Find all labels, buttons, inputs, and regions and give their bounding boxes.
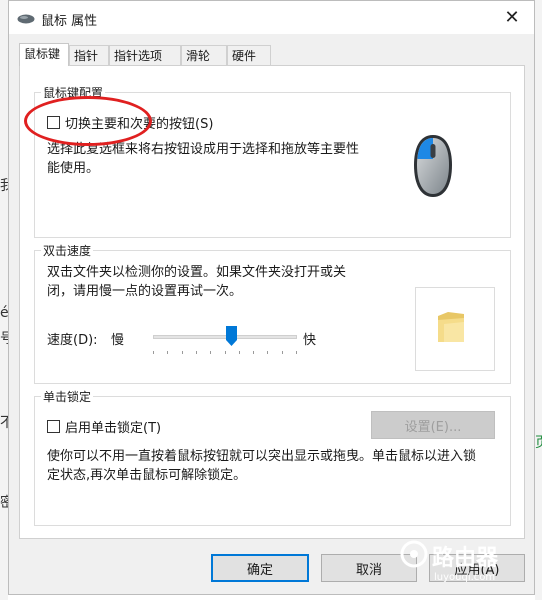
speed-label: 速度(D): — [47, 333, 98, 348]
ok-button[interactable]: 确定 — [211, 554, 309, 582]
switch-buttons-checkbox[interactable]: 切换主要和次要的按钮(S) — [47, 113, 213, 132]
double-click-legend: 双击速度 — [41, 242, 94, 259]
click-lock-group: 单击锁定 启用单击锁定(T) 设置(E)... 使你可以不用一直按着鼠标按钮就可… — [34, 388, 511, 526]
mouse-illustration-icon — [411, 133, 455, 203]
window-title: 鼠标 属性 — [41, 14, 98, 29]
close-button[interactable]: ✕ — [490, 1, 534, 34]
slider-track[interactable] — [153, 335, 297, 339]
slider-tick — [210, 351, 211, 354]
click-lock-description: 使你可以不用一直按着鼠标按钮就可以突出显示或拖曳。单击鼠标以进入锁 定状态,再次… — [47, 449, 477, 483]
background-window-strip-right — [535, 0, 542, 600]
switch-buttons-label: 切换主要和次要的按钮(S) — [65, 117, 214, 132]
slider-tick — [225, 351, 226, 354]
tab-buttons[interactable]: 鼠标键 — [19, 43, 69, 66]
double-click-test-area[interactable] — [415, 287, 495, 371]
tab-pointer-options[interactable]: 指针选项 — [109, 45, 181, 65]
slow-label: 慢 — [111, 333, 125, 348]
tab-hardware[interactable]: 硬件 — [227, 45, 271, 65]
slider-tick — [282, 351, 283, 354]
double-click-speed-slider[interactable] — [153, 325, 297, 359]
tab-pointers[interactable]: 指针 — [69, 45, 109, 65]
click-lock-checkbox[interactable]: 启用单击锁定(T) — [47, 417, 161, 436]
slider-thumb[interactable] — [226, 326, 237, 346]
background-fragment: 页 — [535, 432, 542, 452]
slider-tick — [196, 351, 197, 354]
fast-label: 快 — [303, 333, 317, 348]
watermark: 路由器 luyouqi.com — [400, 540, 498, 583]
slider-tick — [153, 351, 154, 354]
button-config-description: 选择此复选框来将右按钮设成用于选择和拖放等主要性 能使用。 — [47, 142, 360, 176]
slider-tick — [239, 351, 240, 354]
watermark-sub: luyouqi.com — [434, 572, 496, 583]
double-click-group: 双击速度 双击文件夹以检测你的设置。如果文件夹没打开或关 闭，请用慢一点的设置再… — [34, 242, 511, 384]
watermark-text: 路由器 — [432, 546, 499, 571]
button-config-legend: 鼠标键配置 — [41, 84, 106, 101]
tab-wheel[interactable]: 滑轮 — [181, 45, 227, 65]
click-lock-legend: 单击锁定 — [41, 388, 94, 405]
slider-tick — [182, 351, 183, 354]
switch-buttons-box[interactable] — [47, 116, 60, 129]
double-click-description: 双击文件夹以检测你的设置。如果文件夹没打开或关 闭，请用慢一点的设置再试一次。 — [47, 265, 347, 299]
mouse-app-icon — [17, 13, 35, 28]
mouse-properties-dialog: 鼠标 属性 ✕ 鼠标键 指针 指针选项 滑轮 硬件 鼠标键配置 切换主要和次要的… — [8, 0, 535, 595]
slider-tick — [167, 351, 168, 354]
folder-icon[interactable] — [436, 310, 466, 348]
click-lock-settings-button[interactable]: 设置(E)... — [371, 411, 495, 439]
slider-tick — [267, 351, 268, 354]
close-icon: ✕ — [504, 7, 520, 28]
slider-tick — [296, 351, 297, 354]
click-lock-label: 启用单击锁定(T) — [65, 421, 162, 436]
click-lock-box[interactable] — [47, 420, 60, 433]
button-config-group: 鼠标键配置 切换主要和次要的按钮(S) 选择此复选框来将右按钮设成用于选择和拖放… — [34, 84, 511, 238]
tab-panel-buttons: 鼠标键配置 切换主要和次要的按钮(S) 选择此复选框来将右按钮设成用于选择和拖放… — [19, 65, 525, 539]
slider-tick — [253, 351, 254, 354]
router-logo-icon — [400, 540, 428, 572]
title-bar: 鼠标 属性 ✕ — [9, 1, 534, 34]
